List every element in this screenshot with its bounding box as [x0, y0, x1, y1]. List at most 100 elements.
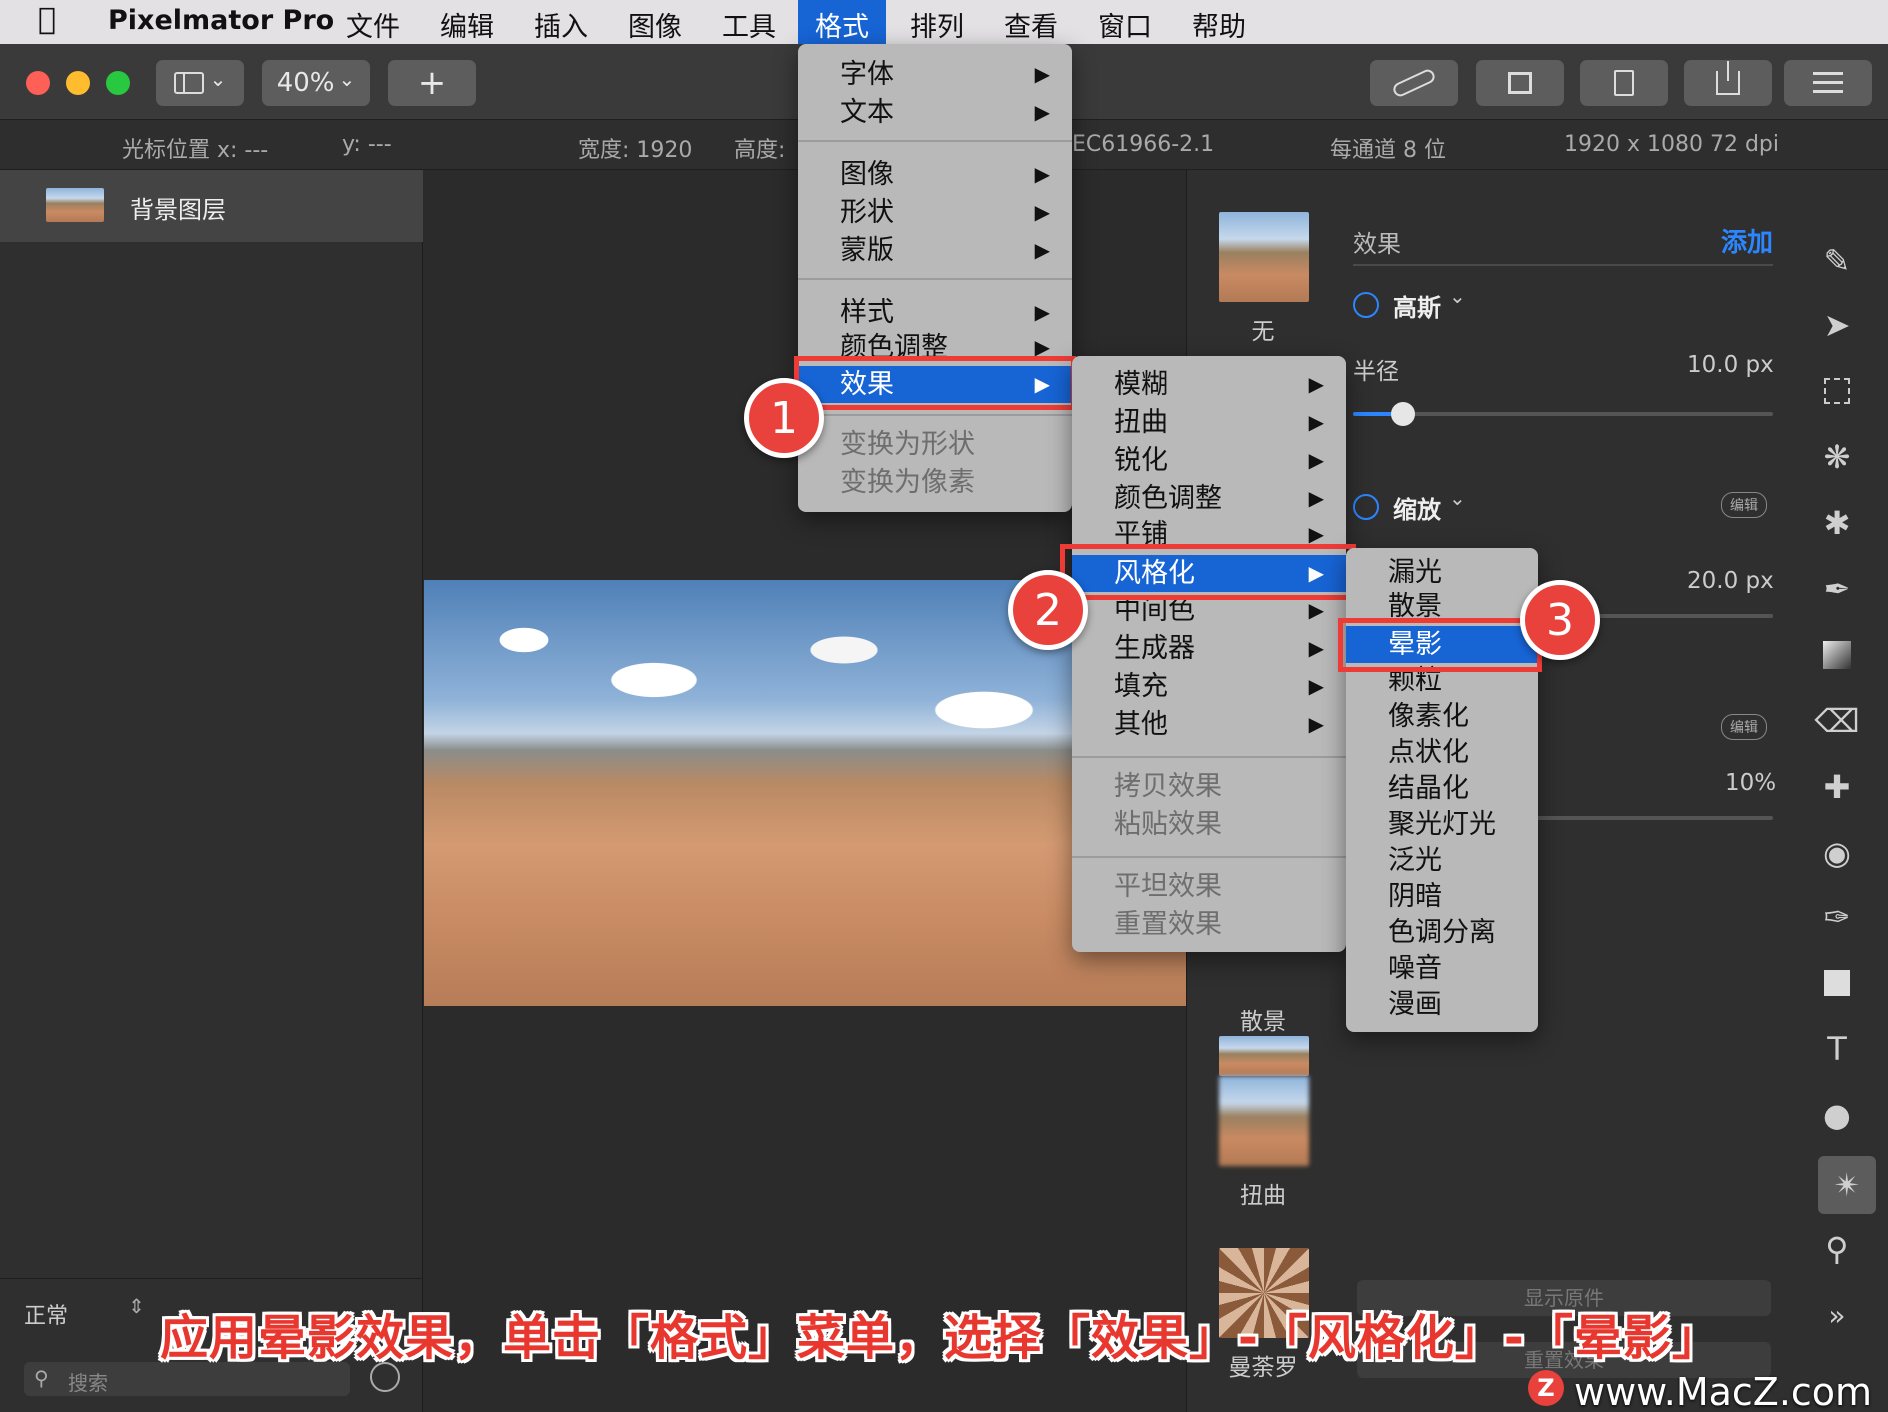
radius-slider-knob[interactable] [1391, 402, 1416, 426]
submenu-arrow-icon: ▶ [1308, 410, 1324, 434]
updown-icon[interactable]: ⇕ [128, 1294, 145, 1318]
type-icon[interactable]: T [1786, 1024, 1888, 1074]
radius-slider[interactable] [1353, 402, 1773, 426]
submenu-item-fill[interactable]: 填充 ▶ [1072, 668, 1346, 705]
effects-tool-icon[interactable]: ✴ [1818, 1156, 1876, 1214]
submenu-arrow-icon: ▶ [1308, 712, 1324, 736]
pen-icon[interactable]: ✑ [1786, 892, 1888, 942]
submenu-item-blur[interactable]: 模糊 ▶ [1072, 366, 1346, 403]
style-brush-icon[interactable]: ✎ [1786, 236, 1888, 286]
menu-item-text[interactable]: 文本 ▶ [798, 94, 1072, 131]
submenu-item-copy-effects: 拷贝效果 [1114, 771, 1222, 802]
menu-format[interactable]: 格式 [798, 0, 886, 44]
preset-thumb-bokeh[interactable] [1219, 1036, 1309, 1076]
shape-icon[interactable] [1786, 958, 1888, 1008]
brush-button[interactable] [1370, 60, 1458, 106]
submenu-item-flatten-effects: 平坦效果 [1114, 871, 1222, 902]
stylize-item-pointillize[interactable]: 点状化 [1346, 734, 1538, 771]
format-menu: 字体 ▶ 文本 ▶ 图像 ▶ 形状 ▶ 蒙版 ▶ 样式 ▶ 颜色调整 ▶ 效果 ▶ 变换为形状 … [798, 44, 1072, 512]
layer-row[interactable]: 背景图层 [0, 170, 423, 242]
submenu-item-sharpen[interactable]: 锐化 ▶ [1072, 442, 1346, 479]
sidebar-icon [173, 72, 204, 94]
effect3-value[interactable]: 10% [1725, 770, 1776, 796]
chevron-down-icon[interactable]: ⌄ [1449, 486, 1466, 510]
menu-file[interactable]: 文件 [346, 5, 400, 44]
sidebar-toggle-button[interactable]: ⌄ [156, 60, 244, 106]
cursor-y: y: --- [342, 132, 392, 157]
menu-item-shape[interactable]: 形状 ▶ [798, 194, 1072, 231]
gradient-icon[interactable] [1786, 630, 1888, 680]
submenu-arrow-icon: ▶ [1308, 486, 1324, 510]
color-adjust-icon[interactable]: ● [1786, 1090, 1888, 1140]
submenu-arrow-icon: ▶ [1034, 238, 1050, 262]
minimize-window-button[interactable] [66, 71, 90, 95]
rect-select-icon[interactable] [1786, 366, 1888, 416]
magic-wand-icon[interactable]: ✱ [1786, 498, 1888, 548]
effect-name-zoom[interactable]: 缩放 [1393, 490, 1441, 525]
close-window-button[interactable] [26, 71, 50, 95]
layer-name: 背景图层 [130, 196, 226, 224]
crop-button[interactable] [1476, 60, 1564, 106]
blend-mode-select[interactable]: 正常 [24, 1298, 68, 1330]
menu-item-image[interactable]: 图像 ▶ [798, 156, 1072, 193]
zoom-window-button[interactable] [106, 71, 130, 95]
menu-insert[interactable]: 插入 [534, 5, 588, 44]
submenu-item-distort[interactable]: 扭曲 ▶ [1072, 404, 1346, 441]
edit-badge-effect3[interactable]: 编辑 [1721, 714, 1767, 740]
stylize-item-comic[interactable]: 漫画 [1346, 986, 1538, 1023]
eraser-icon[interactable]: ⌫ [1786, 696, 1888, 746]
stylize-item-crystallize[interactable]: 结晶化 [1346, 770, 1538, 807]
effects-submenu: 模糊 ▶ 扭曲 ▶ 锐化 ▶ 颜色调整 ▶ 平铺 ▶ 风格化 ▶ 中间色 ▶ 生成器 ▶ 填充 ▶… [1072, 356, 1346, 952]
stylize-item-spotlight[interactable]: 聚光灯光 [1346, 806, 1538, 843]
image-width: 宽度: 1920 [578, 138, 693, 163]
apple-icon[interactable]:  [38, 2, 56, 37]
submenu-item-generator[interactable]: 生成器 ▶ [1072, 630, 1346, 667]
bit-depth: 每通道 8 位 [1330, 138, 1446, 163]
menu-item-mask[interactable]: 蒙版 ▶ [798, 232, 1072, 269]
effect-toggle-zoom[interactable] [1353, 494, 1379, 520]
menu-window[interactable]: 窗口 [1098, 5, 1152, 44]
stylize-item-posterize[interactable]: 色调分离 [1346, 914, 1538, 951]
submenu-item-color-adjust[interactable]: 颜色调整 ▶ [1072, 480, 1346, 517]
menu-image[interactable]: 图像 [628, 5, 682, 44]
menu-edit[interactable]: 编辑 [440, 5, 494, 44]
adjustments-button[interactable] [1784, 60, 1872, 106]
edit-badge-zoom[interactable]: 编辑 [1721, 492, 1767, 518]
menu-help[interactable]: 帮助 [1192, 5, 1246, 44]
menu-arrange[interactable]: 排列 [910, 5, 964, 44]
menu-item-convert-shape: 变换为形状 [840, 429, 975, 460]
menu-item-font[interactable]: 字体 ▶ [798, 56, 1072, 93]
effect-toggle-gaussian[interactable] [1353, 292, 1379, 318]
zoom-value[interactable]: 20.0 px [1687, 568, 1774, 594]
menu-tools[interactable]: 工具 [722, 5, 776, 44]
menu-view[interactable]: 查看 [1004, 5, 1058, 44]
menu-item-style[interactable]: 样式 ▶ [798, 294, 1072, 331]
effect-name-gaussian[interactable]: 高斯 [1393, 288, 1441, 323]
tools-strip: ✎ ➤ ❋ ✱ ✒ ⌫ ✚ ◉ ✑ T ● ✴ ⚲ » [1786, 170, 1888, 1412]
zoom-icon[interactable]: ⚲ [1786, 1224, 1888, 1274]
search-icon: ⚲ [34, 1366, 49, 1390]
submenu-item-other[interactable]: 其他 ▶ [1072, 706, 1346, 743]
add-effect-button[interactable]: 添加 [1721, 222, 1773, 259]
radius-value[interactable]: 10.0 px [1687, 352, 1774, 378]
stylize-item-gloom[interactable]: 阴暗 [1346, 878, 1538, 915]
clone-icon[interactable]: ◉ [1786, 828, 1888, 878]
paint-brush-icon[interactable]: ✒ [1786, 564, 1888, 614]
preset-thumb-none[interactable] [1219, 212, 1309, 302]
image-height: 高度: [734, 138, 786, 163]
add-button[interactable]: + [388, 60, 476, 106]
stylize-item-light-leak[interactable]: 漏光 [1346, 554, 1538, 591]
arrow-pointer-icon[interactable]: ➤ [1786, 300, 1888, 350]
chevron-down-icon[interactable]: ⌄ [1449, 284, 1466, 308]
bandage-icon[interactable]: ✚ [1786, 762, 1888, 812]
more-tools-icon[interactable]: » [1786, 1290, 1888, 1340]
share-button[interactable] [1684, 60, 1772, 106]
zoom-select[interactable]: 40% ⌄ [262, 60, 370, 106]
preset-thumb-distort[interactable] [1219, 1076, 1309, 1166]
stylize-item-bloom[interactable]: 泛光 [1346, 842, 1538, 879]
stylize-item-pixelate[interactable]: 像素化 [1346, 698, 1538, 735]
document-button[interactable] [1580, 60, 1668, 106]
lasso-icon[interactable]: ❋ [1786, 432, 1888, 482]
app-name[interactable]: Pixelmator Pro [108, 5, 334, 36]
stylize-item-noise[interactable]: 噪音 [1346, 950, 1538, 987]
